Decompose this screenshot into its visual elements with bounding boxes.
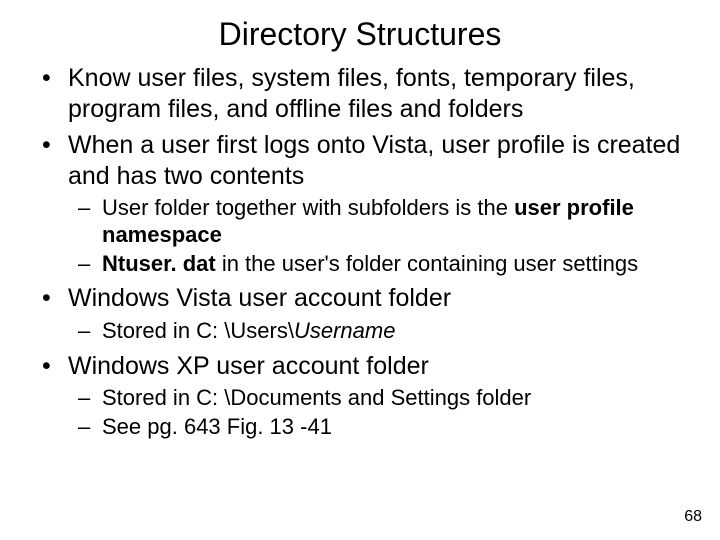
page-number: 68 <box>684 508 702 526</box>
bullet-text: Windows Vista user account folder <box>68 284 451 312</box>
sub-text-bold: Ntuser. dat <box>102 251 216 276</box>
sub-item: See pg. 643 Fig. 13 -41 <box>102 414 690 441</box>
bullet-text: Windows XP user account folder <box>68 352 429 380</box>
sub-text: Stored in C: \Users\ <box>102 318 294 343</box>
bullet-item: Windows Vista user account folder Stored… <box>68 283 690 344</box>
bullet-text: When a user first logs onto Vista, user … <box>68 131 680 190</box>
slide-title: Directory Structures <box>0 0 720 63</box>
sub-list: Stored in C: \Users\Username <box>68 318 690 345</box>
sub-list: Stored in C: \Documents and Settings fol… <box>68 385 690 441</box>
sub-item: Ntuser. dat in the user's folder contain… <box>102 251 690 278</box>
bullet-item: When a user first logs onto Vista, user … <box>68 130 690 277</box>
bullet-item: Know user files, system files, fonts, te… <box>68 63 690 124</box>
bullet-list: Know user files, system files, fonts, te… <box>0 63 720 441</box>
sub-text: See pg. 643 Fig. 13 -41 <box>102 414 332 439</box>
sub-text-italic: Username <box>294 318 395 343</box>
sub-list: User folder together with subfolders is … <box>68 195 690 277</box>
sub-item: Stored in C: \Documents and Settings fol… <box>102 385 690 412</box>
bullet-item: Windows XP user account folder Stored in… <box>68 351 690 441</box>
sub-item: Stored in C: \Users\Username <box>102 318 690 345</box>
slide: Directory Structures Know user files, sy… <box>0 0 720 540</box>
sub-item: User folder together with subfolders is … <box>102 195 690 249</box>
sub-text: in the user's folder containing user set… <box>216 251 638 276</box>
sub-text: User folder together with subfolders is … <box>102 195 514 220</box>
sub-text: Stored in C: \Documents and Settings fol… <box>102 385 531 410</box>
bullet-text: Know user files, system files, fonts, te… <box>68 64 635 123</box>
